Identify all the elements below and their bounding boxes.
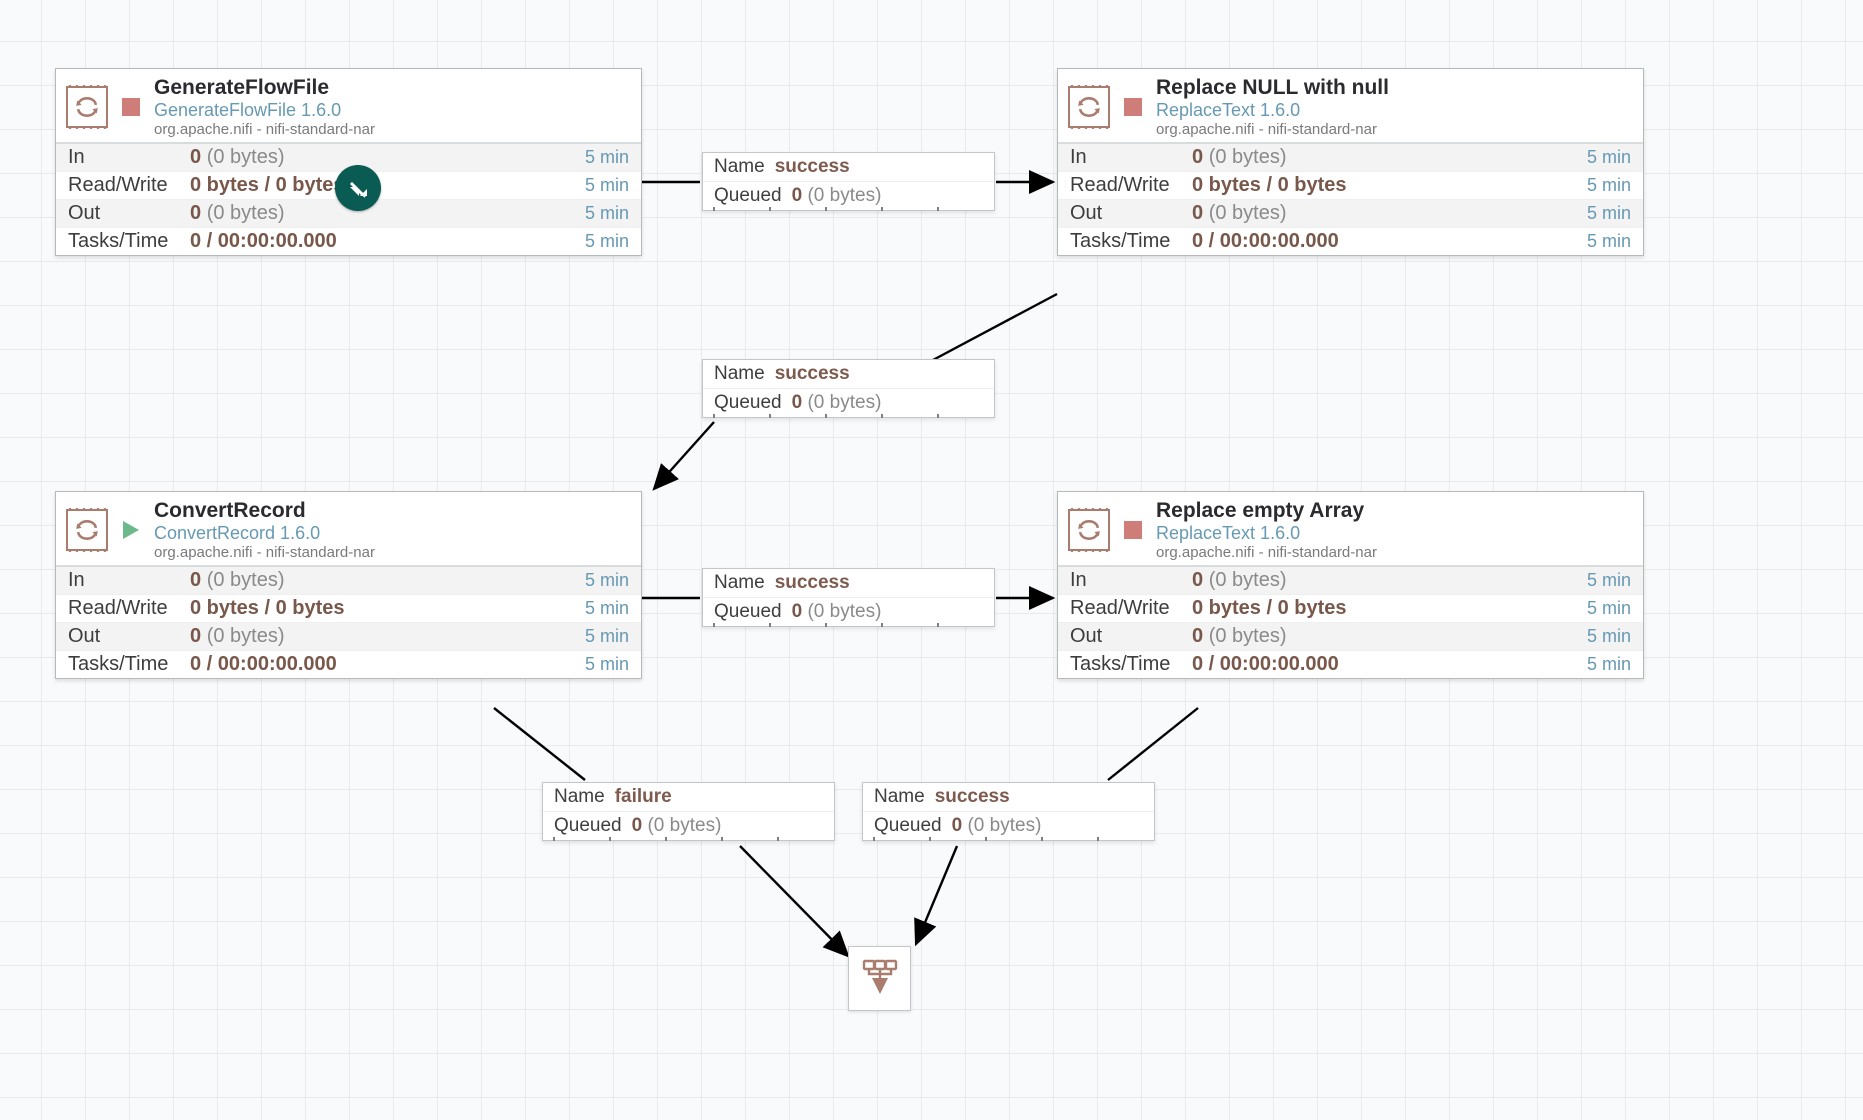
- stat-window: 5 min: [585, 147, 629, 168]
- processor-icon: [66, 86, 108, 128]
- processor-header: GenerateFlowFile GenerateFlowFile 1.6.0 …: [56, 69, 641, 143]
- processor-icon: [66, 509, 108, 551]
- create-connection-handle[interactable]: [335, 165, 381, 211]
- processor-bundle: org.apache.nifi - nifi-standard-nar: [154, 121, 631, 138]
- processor-type: ReplaceText 1.6.0: [1156, 523, 1633, 544]
- processor-type: GenerateFlowFile 1.6.0: [154, 100, 631, 121]
- output-port[interactable]: [848, 946, 911, 1011]
- connection-label[interactable]: Namesuccess Queued0 (0 bytes): [702, 359, 995, 418]
- processor-bundle: org.apache.nifi - nifi-standard-nar: [1156, 544, 1633, 561]
- connection-label[interactable]: Namesuccess Queued0 (0 bytes): [862, 782, 1155, 841]
- stat-label-in: In: [68, 146, 190, 169]
- processor-name: GenerateFlowFile: [154, 76, 631, 100]
- processor-name: Replace empty Array: [1156, 499, 1633, 523]
- processor-name: Replace NULL with null: [1156, 76, 1633, 100]
- processor-header: ConvertRecord ConvertRecord 1.6.0 org.ap…: [56, 492, 641, 566]
- conn-relationship: success: [935, 786, 1010, 808]
- flow-canvas[interactable]: GenerateFlowFile GenerateFlowFile 1.6.0 …: [0, 0, 1863, 1120]
- processor-icon: [1068, 86, 1110, 128]
- play-icon: [122, 521, 140, 539]
- processor-type: ReplaceText 1.6.0: [1156, 100, 1633, 121]
- processor-replace-empty-array[interactable]: Replace empty Array ReplaceText 1.6.0 or…: [1057, 491, 1644, 679]
- processor-icon: [1068, 509, 1110, 551]
- processor-bundle: org.apache.nifi - nifi-standard-nar: [154, 544, 631, 561]
- processor-stats: In0 (0 bytes)5 min Read/Write0 bytes / 0…: [1058, 143, 1643, 255]
- conn-name-label: Name: [714, 156, 765, 178]
- conn-queued-label: Queued: [714, 185, 782, 207]
- stop-icon: [122, 98, 140, 116]
- processor-type: ConvertRecord 1.6.0: [154, 523, 631, 544]
- processor-header: Replace NULL with null ReplaceText 1.6.0…: [1058, 69, 1643, 143]
- processor-bundle: org.apache.nifi - nifi-standard-nar: [1156, 121, 1633, 138]
- conn-relationship: success: [775, 572, 850, 594]
- processor-convertrecord[interactable]: ConvertRecord ConvertRecord 1.6.0 org.ap…: [55, 491, 642, 679]
- stat-label-tt: Tasks/Time: [68, 230, 190, 253]
- processor-stats: In0 (0 bytes)5 min Read/Write0 bytes / 0…: [56, 566, 641, 678]
- stop-icon: [1124, 98, 1142, 116]
- conn-relationship: success: [775, 156, 850, 178]
- stop-icon: [1124, 521, 1142, 539]
- conn-relationship: success: [775, 363, 850, 385]
- connection-label[interactable]: Namesuccess Queued0 (0 bytes): [702, 568, 995, 627]
- output-port-icon: [860, 958, 900, 1000]
- stat-label-out: Out: [68, 202, 190, 225]
- processor-stats: In0 (0 bytes)5 min Read/Write0 bytes / 0…: [1058, 566, 1643, 678]
- processor-name: ConvertRecord: [154, 499, 631, 523]
- processor-header: Replace empty Array ReplaceText 1.6.0 or…: [1058, 492, 1643, 566]
- conn-relationship: failure: [615, 786, 672, 808]
- stat-label-rw: Read/Write: [68, 174, 190, 197]
- connection-label[interactable]: Namesuccess Queued0 (0 bytes): [702, 152, 995, 211]
- processor-replace-null[interactable]: Replace NULL with null ReplaceText 1.6.0…: [1057, 68, 1644, 256]
- connection-label[interactable]: Namefailure Queued0 (0 bytes): [542, 782, 835, 841]
- processor-generateflowfile[interactable]: GenerateFlowFile GenerateFlowFile 1.6.0 …: [55, 68, 642, 256]
